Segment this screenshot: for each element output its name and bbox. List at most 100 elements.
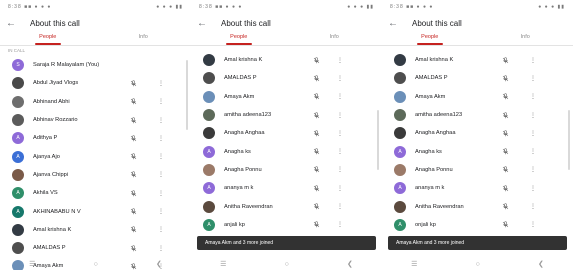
avatar <box>203 200 215 213</box>
participant-row[interactable]: AMALDAS P ⋮ <box>0 239 191 257</box>
more-vertical-icon[interactable]: ⋮ <box>337 57 343 64</box>
participant-row[interactable]: amitha adeena123 ⋮ <box>191 106 382 124</box>
participant-row[interactable]: S Saraja R Malayalam (You) <box>0 56 191 74</box>
more-vertical-icon[interactable]: ⋮ <box>158 226 164 233</box>
more-vertical-icon[interactable]: ⋮ <box>337 75 343 82</box>
participant-row[interactable]: Aonjali kp ⋮ <box>382 216 573 234</box>
participant-row[interactable]: Amal krishna K ⋮ <box>191 51 382 69</box>
tab-people[interactable]: People <box>0 32 96 45</box>
avatar <box>203 127 215 140</box>
more-vertical-icon[interactable]: ⋮ <box>530 57 536 64</box>
more-vertical-icon[interactable]: ⋮ <box>158 208 164 215</box>
participant-row[interactable]: A Anagha ks ⋮ <box>191 142 382 160</box>
participant-row[interactable]: A Ajanya Ajo ⋮ <box>0 147 191 165</box>
more-vertical-icon[interactable]: ⋮ <box>337 221 343 228</box>
recents-icon[interactable]: ☰ <box>29 260 35 268</box>
participant-list[interactable]: IN CALL S Saraja R Malayalam (You) Abdul Ji… <box>0 46 191 270</box>
scrollbar[interactable] <box>377 110 379 170</box>
participant-row[interactable]: A Anagha ks ⋮ <box>382 142 573 160</box>
more-vertical-icon[interactable]: ⋮ <box>158 171 164 178</box>
more-vertical-icon[interactable]: ⋮ <box>337 203 343 210</box>
home-icon[interactable]: ○ <box>476 261 480 268</box>
avatar: A <box>203 145 215 158</box>
more-vertical-icon[interactable]: ⋮ <box>530 148 536 155</box>
more-vertical-icon[interactable]: ⋮ <box>337 130 343 137</box>
participant-row[interactable]: Anagha Anghaa ⋮ <box>382 124 573 142</box>
mic-off-icon <box>313 166 320 173</box>
more-vertical-icon[interactable]: ⋮ <box>530 185 536 192</box>
back-nav-icon[interactable]: ❮ <box>347 260 353 268</box>
participant-row[interactable]: AMALDAS P ⋮ <box>191 69 382 87</box>
mic-off-icon <box>130 80 137 87</box>
participant-row[interactable]: Abdul Jiyad Vlogs ⋮ <box>0 74 191 92</box>
participant-row[interactable]: Amal krishna K ⋮ <box>382 51 573 69</box>
home-icon[interactable]: ○ <box>94 261 98 268</box>
tab-info[interactable]: Info <box>478 32 573 45</box>
participant-row[interactable]: amitha adeena123 ⋮ <box>382 106 573 124</box>
avatar <box>12 242 24 255</box>
more-vertical-icon[interactable]: ⋮ <box>337 112 343 119</box>
mic-off-icon <box>130 226 137 233</box>
participant-row[interactable]: A AKHINABABU N V ⋮ <box>0 202 191 220</box>
arrow-left-icon[interactable]: ← <box>388 18 402 29</box>
participant-row[interactable]: Amal krishna K ⋮ <box>0 221 191 239</box>
arrow-left-icon[interactable]: ← <box>197 18 211 29</box>
participant-row[interactable]: Amaya Akm ⋮ <box>382 88 573 106</box>
more-vertical-icon[interactable]: ⋮ <box>530 112 536 119</box>
more-vertical-icon[interactable]: ⋮ <box>337 93 343 100</box>
mic-off-icon <box>502 221 509 228</box>
status-right: ● ● ● ▮▮ <box>347 4 374 10</box>
participant-list[interactable]: Amal krishna K ⋮ AMALDAS P ⋮ Amaya Akm ⋮ amith… <box>382 46 573 252</box>
participant-row[interactable]: AMALDAS P ⋮ <box>382 69 573 87</box>
participant-name: onjali kp <box>415 221 436 228</box>
participant-row[interactable]: Amaya Akm ⋮ <box>191 88 382 106</box>
participant-row[interactable]: Aananya m k ⋮ <box>382 179 573 197</box>
more-vertical-icon[interactable]: ⋮ <box>158 80 164 87</box>
participant-name: AMALDAS P <box>415 75 448 82</box>
more-vertical-icon[interactable]: ⋮ <box>530 203 536 210</box>
more-vertical-icon[interactable]: ⋮ <box>530 221 536 228</box>
tab-info[interactable]: Info <box>287 32 383 45</box>
avatar <box>203 72 215 85</box>
recents-icon[interactable]: ☰ <box>411 260 417 268</box>
participant-row[interactable]: Abhinand Abhi ⋮ <box>0 93 191 111</box>
home-icon[interactable]: ○ <box>285 261 289 268</box>
more-vertical-icon[interactable]: ⋮ <box>530 166 536 173</box>
more-vertical-icon[interactable]: ⋮ <box>337 185 343 192</box>
participant-row[interactable]: Aananya m k ⋮ <box>191 179 382 197</box>
participant-row[interactable]: Anitha Raveendran ⋮ <box>191 197 382 215</box>
back-nav-icon[interactable]: ❮ <box>156 260 162 268</box>
status-right: ● ● ● ▮▮ <box>538 4 565 10</box>
more-vertical-icon[interactable]: ⋮ <box>158 98 164 105</box>
more-vertical-icon[interactable]: ⋮ <box>530 130 536 137</box>
tab-people[interactable]: People <box>382 32 478 45</box>
scrollbar[interactable] <box>568 110 570 170</box>
tab-people[interactable]: People <box>191 32 287 45</box>
status-bar: 8:38 ■■ ● ● ● ● ● ● ▮▮ <box>382 0 573 14</box>
participant-row[interactable]: Anagha Ponnu ⋮ <box>382 161 573 179</box>
participant-name: ananya m k <box>224 185 254 192</box>
more-vertical-icon[interactable]: ⋮ <box>158 135 164 142</box>
participant-row[interactable]: Anagha Ponnu ⋮ <box>191 161 382 179</box>
participant-row[interactable]: Anagha Anghaa ⋮ <box>191 124 382 142</box>
more-vertical-icon[interactable]: ⋮ <box>158 190 164 197</box>
participant-list[interactable]: Amal krishna K ⋮ AMALDAS P ⋮ Amaya Akm ⋮ amith… <box>191 46 382 252</box>
more-vertical-icon[interactable]: ⋮ <box>158 153 164 160</box>
more-vertical-icon[interactable]: ⋮ <box>158 245 164 252</box>
participant-row[interactable]: Aanjali kp ⋮ <box>191 216 382 234</box>
more-vertical-icon[interactable]: ⋮ <box>158 117 164 124</box>
tab-info[interactable]: Info <box>96 32 192 45</box>
participant-row[interactable]: Abhinav Rozzario ⋮ <box>0 111 191 129</box>
arrow-left-icon[interactable]: ← <box>6 18 20 29</box>
more-vertical-icon[interactable]: ⋮ <box>337 166 343 173</box>
participant-row[interactable]: A Akhila VS ⋮ <box>0 184 191 202</box>
participant-row[interactable]: A Adithya P ⋮ <box>0 129 191 147</box>
participant-row[interactable]: Ajanva Chippi ⋮ <box>0 166 191 184</box>
more-vertical-icon[interactable]: ⋮ <box>530 75 536 82</box>
recents-icon[interactable]: ☰ <box>220 260 226 268</box>
more-vertical-icon[interactable]: ⋮ <box>530 93 536 100</box>
participant-row[interactable]: Anitha Raveendran ⋮ <box>382 197 573 215</box>
scrollbar[interactable] <box>186 60 188 130</box>
more-vertical-icon[interactable]: ⋮ <box>337 148 343 155</box>
back-nav-icon[interactable]: ❮ <box>538 260 544 268</box>
